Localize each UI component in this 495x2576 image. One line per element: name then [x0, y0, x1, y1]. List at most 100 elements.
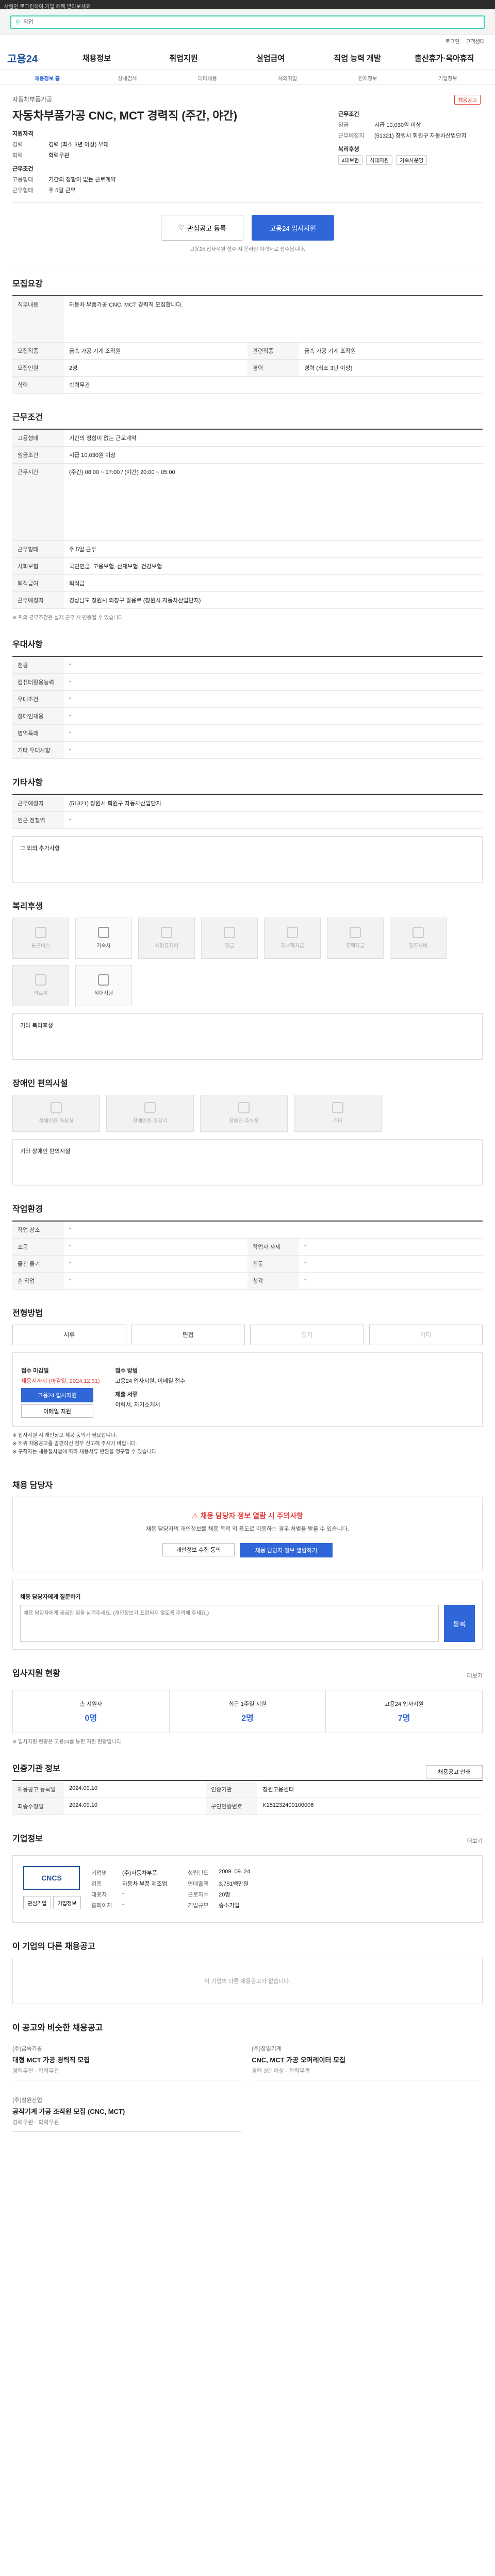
apply-online-button[interactable]: 고용24 입사지원	[21, 1387, 93, 1402]
row-key: 채용공고 등록일	[12, 1781, 64, 1799]
welfare-other-box: 기타 복리후생	[12, 1013, 483, 1060]
company-info-button[interactable]: 기업정보	[53, 1896, 81, 1910]
kv-row: 근무형태 주 5일 근무	[12, 186, 328, 194]
card-title[interactable]: 대형 MCT 가공 경력직 모집	[12, 2055, 241, 2064]
work-table: 고용형태 기간의 정함이 없는 근로계약 임금조건 시급 10,030원 이상 근무…	[12, 428, 483, 609]
row-value: -	[64, 673, 483, 691]
card-meta: 경력 3년 이상 · 학력무관	[252, 2068, 310, 2075]
section-title: 우대사항	[12, 640, 43, 649]
row-key: 임금조건	[12, 446, 64, 464]
subnav-item[interactable]: 채용정보 홈	[7, 70, 87, 84]
view-contact-button[interactable]: 채용 담당자 정보 열람하기	[240, 1543, 333, 1558]
selection-method: 필기	[250, 1324, 364, 1345]
row-key: 작업자 자세	[248, 1238, 299, 1256]
section-title: 입사지원 현황	[12, 1669, 60, 1679]
section-title: 근무조건	[12, 413, 43, 422]
search-input[interactable]	[23, 19, 480, 25]
facility-item: 장애인용 승강기	[106, 1094, 194, 1132]
section-title: 복리후생	[12, 902, 43, 911]
qualification-heading: 지원자격	[12, 131, 34, 137]
status-more-link[interactable]: 더보기	[467, 1671, 483, 1680]
personal-consent-button[interactable]: 개인정보 수집 동의	[162, 1543, 235, 1557]
kv-key: 근무형태	[12, 188, 34, 194]
kv-row: 임금 시급 10,030원 이상	[338, 121, 483, 129]
subnav-item[interactable]: 인재정보	[327, 70, 407, 84]
card-title[interactable]: CNC, MCT 가공 오퍼레이터 모집	[252, 2055, 481, 2064]
search-icon[interactable]: ⚲	[15, 19, 20, 26]
kv-key: 홈페이지	[91, 1903, 112, 1909]
welfare-tag: 4대보험	[338, 155, 363, 165]
row-value: -	[299, 1255, 483, 1273]
subnav-item[interactable]: 기업정보	[408, 70, 488, 84]
subnav-item[interactable]: 상세검색	[87, 70, 167, 84]
company-name[interactable]: 자동차부품가공	[12, 95, 328, 104]
etc-icon	[332, 1102, 343, 1113]
stat-label: 고용24 입사지원	[384, 1701, 424, 1708]
reginfo-table: 채용공고 등록일 2024.09.10 인증기관 창원고용센터 최종수정일 2024.0…	[12, 1780, 483, 1816]
question-submit-button[interactable]: 등록	[444, 1605, 475, 1642]
card-company: (주)창원산업	[12, 2097, 42, 2104]
kv-value: 3,751백만원	[219, 1881, 249, 1888]
nav-item-unemployment-benefit[interactable]: 실업급여	[227, 53, 314, 63]
facility-item: 식대지원	[75, 964, 132, 1006]
row-value: -	[64, 1255, 248, 1273]
print-button[interactable]: 채용공고 인쇄	[426, 1765, 483, 1779]
question-box: 채용 담당자에게 질문하기 등록	[12, 1580, 483, 1650]
scrap-button[interactable]: ♡ 관심공고 등록	[161, 215, 243, 241]
kv-key: 학력	[12, 152, 23, 159]
facility-label: 주택자금	[345, 943, 365, 949]
envt-table: 작업 장소 - 소음 - 작업자 자세 - 물건 들기 - 진동 - 손 작업 - 청각 -	[12, 1220, 483, 1290]
facility-label: 경조사비	[408, 943, 428, 949]
help-link[interactable]: 고객센터	[466, 37, 485, 45]
question-input[interactable]	[20, 1605, 439, 1642]
util-links: 로그인 고객센터	[0, 35, 495, 46]
row-value: 시급 10,030원 이상	[64, 446, 483, 464]
section-title: 장애인 편의시설	[12, 1079, 68, 1088]
facility-item: 연금	[201, 917, 258, 959]
heart-icon: ♡	[178, 224, 185, 231]
subnav-item[interactable]: 테마채용	[168, 70, 248, 84]
apply-button[interactable]: 고용24 입사지원	[252, 215, 334, 241]
kv-key: 근로자수	[188, 1892, 209, 1899]
apply-note-item: ※ 입사지원 시 개인정보 제공 동의가 필요합니다.	[12, 1432, 117, 1438]
facility-item: 통근버스	[12, 917, 69, 959]
nav-item-jobs[interactable]: 채용정보	[53, 53, 140, 63]
kv-value: 주 5일 근무	[48, 188, 76, 194]
facility-item: 경조사비	[390, 917, 447, 959]
graduation-icon	[287, 927, 298, 938]
card-title[interactable]: 공작기계 가공 조작원 모집 (CNC, MCT)	[12, 2106, 241, 2116]
nav-item-employment-support[interactable]: 취업지원	[140, 53, 227, 63]
login-link[interactable]: 로그인	[446, 37, 460, 45]
status-stats: 총 지원자 0명 최근 1주일 지원 2명 고용24 입사지원 7명	[12, 1690, 483, 1734]
row-key: 모집직종	[12, 342, 64, 360]
nav-item-job-training[interactable]: 직업 능력 개발	[314, 53, 401, 63]
card-meta: 경력무관 · 학력무관	[12, 2120, 59, 2126]
row-value: K151232409100006	[257, 1798, 483, 1816]
site-logo[interactable]: 고용24	[7, 50, 38, 65]
apply-note: 고용24 입사지원 접수 시 온라인 이력서로 접수됩니다.	[12, 245, 483, 265]
nav-item-parental-leave[interactable]: 출산휴가·육아휴직	[401, 53, 488, 63]
row-value: 금속 가공 기계 조작원	[64, 342, 248, 360]
row-key: 근무예정지	[12, 794, 64, 812]
recommend-card[interactable]: (주)정밀기계 CNC, MCT 가공 오퍼레이터 모집경력 3년 이상 · 학력…	[252, 2039, 481, 2081]
email-apply-button[interactable]: 이메일 지원	[21, 1404, 93, 1418]
kv-row: 학력 학력무관	[12, 151, 328, 159]
sub-nav: 채용정보 홈 상세검색 테마채용 해외취업 인재정보 기업정보	[0, 70, 495, 84]
favorite-company-button[interactable]: 관심기업	[23, 1896, 51, 1910]
card-company: (주)정밀기계	[252, 2046, 282, 2053]
recommend-card[interactable]: (주)금속가공 대형 MCT 가공 경력직 모집 경력무관 · 학력무관	[12, 2039, 241, 2081]
subnav-item[interactable]: 해외취업	[248, 70, 327, 84]
recommend-card[interactable]: (주)창원산업공작기계 가공 조작원 모집 (CNC, MCT) 경력무관 · 학…	[12, 2091, 241, 2132]
section-title: 인증기관 정보	[12, 1765, 60, 1774]
facility-label: 통근버스	[31, 943, 51, 949]
toilet-icon	[51, 1102, 62, 1113]
kv-key: 고용형태	[12, 177, 34, 183]
kv-value: 시급 10,030원 이상	[374, 122, 421, 128]
other-jobs-empty: 이 기업의 다른 채용공고가 없습니다.	[12, 1958, 483, 2005]
selection-method: 면접	[131, 1324, 245, 1345]
warning-desc: 채용 담당자의 개인정보를 채용 목적 외 용도로 이용하는 경우 처벌을 받을…	[146, 1526, 349, 1532]
kv-value: -	[122, 1890, 124, 1897]
disability-other-label: 기타 장애인 편의시설	[20, 1148, 71, 1155]
company-more-link[interactable]: 더보기	[467, 1837, 483, 1845]
gift-icon	[412, 927, 424, 938]
